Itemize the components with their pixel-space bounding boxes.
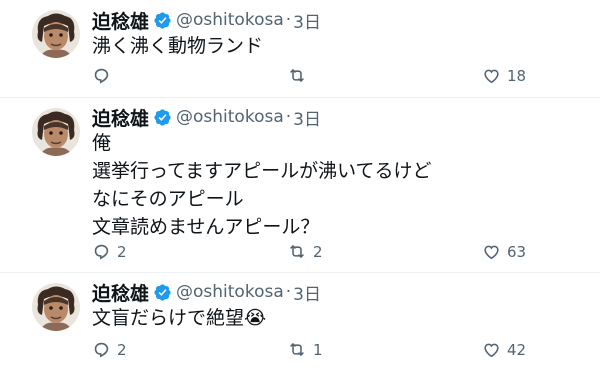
tweet-text: 文盲だらけで絶望😭: [92, 304, 266, 332]
retweet-count: 1: [313, 340, 323, 359]
tweet-text-line: 文盲だらけで絶望😭: [92, 307, 267, 329]
separator-dot: ·: [285, 107, 292, 127]
like-button[interactable]: 63: [482, 242, 526, 261]
tweet-timestamp[interactable]: 3日: [293, 8, 321, 33]
like-icon: [484, 69, 499, 84]
tweet-header: 迫稔雄 @oshitokosa · 3日: [92, 7, 321, 34]
retweet-icon: [290, 245, 304, 258]
separator-dot: ·: [285, 10, 292, 30]
like-icon: [484, 343, 499, 358]
tweet-timestamp[interactable]: 3日: [293, 105, 321, 130]
retweet-button[interactable]: [287, 66, 313, 85]
verified-badge-icon: [153, 11, 172, 30]
like-icon: [484, 245, 499, 260]
tweet-header: 迫稔雄 @oshitokosa · 3日: [92, 279, 321, 306]
timeline: 迫稔雄 @oshitokosa · 3日 沸く沸く動物ランド 18 迫稔雄 @o…: [0, 0, 600, 378]
tweet-text-line: 俺: [92, 132, 112, 154]
reply-count: 2: [117, 242, 127, 261]
retweet-button[interactable]: 1: [287, 340, 323, 359]
verified-badge-icon: [153, 283, 172, 302]
verified-badge-icon: [153, 108, 172, 127]
tweet-text-line: 選挙行ってますアピールが沸いてるけど: [92, 160, 432, 182]
retweet-icon: [290, 343, 304, 356]
tweet[interactable]: 迫稔雄 @oshitokosa · 3日 俺 選挙行ってますアピールが沸いてるけ…: [0, 98, 600, 272]
tweet-text-line: 文章読めませんアピール？: [92, 216, 320, 238]
reply-button[interactable]: 2: [92, 340, 127, 359]
reply-icon: [94, 342, 109, 358]
reply-count: 2: [117, 340, 127, 359]
tweet-text-line: なにそのアピール: [92, 188, 244, 210]
retweet-count: 2: [313, 242, 323, 261]
avatar[interactable]: [32, 108, 80, 156]
avatar-illustration: [32, 10, 80, 58]
avatar[interactable]: [32, 10, 80, 58]
like-button[interactable]: 18: [482, 66, 526, 85]
retweet-button[interactable]: 2: [287, 242, 323, 261]
tweet[interactable]: 迫稔雄 @oshitokosa · 3日 文盲だらけで絶望😭 2 1 42: [0, 273, 600, 378]
avatar[interactable]: [32, 283, 80, 331]
tweet-text: 俺 選挙行ってますアピールが沸いてるけど なにそのアピール 文章読めませんアピー…: [92, 129, 432, 241]
retweet-icon: [290, 69, 304, 82]
like-count: 18: [507, 66, 527, 85]
author-handle[interactable]: @oshitokosa: [176, 107, 284, 127]
separator-dot: ·: [285, 282, 292, 302]
author-handle[interactable]: @oshitokosa: [176, 282, 284, 302]
tweet-header: 迫稔雄 @oshitokosa · 3日: [92, 104, 321, 131]
reply-button[interactable]: 2: [92, 242, 127, 261]
like-count: 63: [507, 242, 527, 261]
tweet-text-line: 沸く沸く動物ランド: [92, 35, 264, 57]
like-button[interactable]: 42: [482, 340, 526, 359]
author-handle[interactable]: @oshitokosa: [176, 10, 284, 30]
author-name[interactable]: 迫稔雄: [92, 104, 149, 131]
author-name[interactable]: 迫稔雄: [92, 279, 149, 306]
tweet[interactable]: 迫稔雄 @oshitokosa · 3日 沸く沸く動物ランド 18: [0, 0, 600, 97]
reply-icon: [94, 244, 109, 260]
tweet-timestamp[interactable]: 3日: [293, 280, 321, 305]
tweet-text: 沸く沸く動物ランド: [92, 32, 263, 60]
avatar-illustration: [32, 108, 80, 156]
reply-icon: [94, 68, 109, 84]
reply-button[interactable]: [92, 66, 117, 85]
avatar-illustration: [32, 283, 80, 331]
author-name[interactable]: 迫稔雄: [92, 7, 149, 34]
like-count: 42: [507, 340, 527, 359]
